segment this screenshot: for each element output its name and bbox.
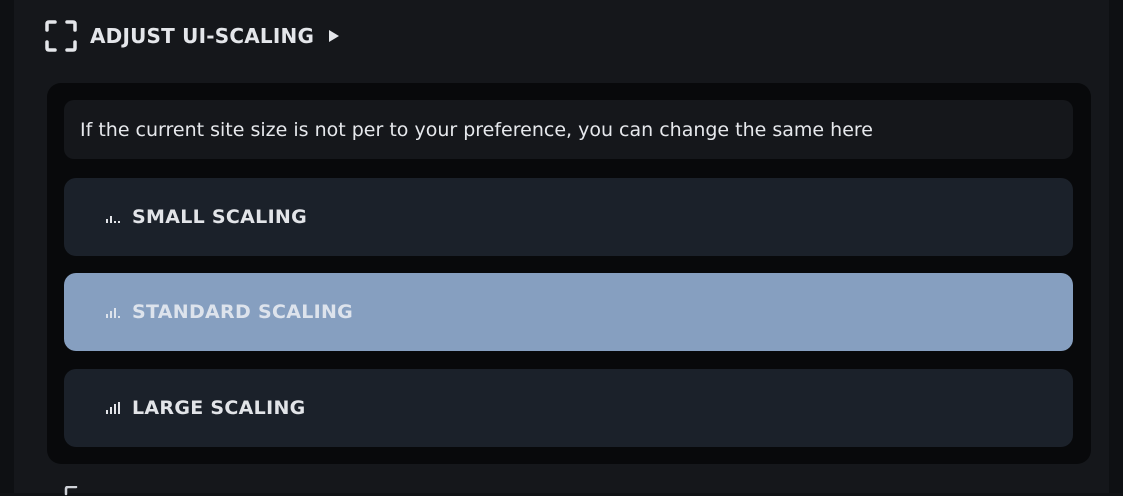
option-label: LARGE SCALING: [132, 397, 306, 419]
small-scaling-option[interactable]: SMALL SCALING: [64, 178, 1073, 256]
ui-scaling-section-toggle[interactable]: ADJUST UI-SCALING: [44, 16, 340, 56]
next-section-icon: [64, 486, 78, 496]
large-scaling-option[interactable]: LARGE SCALING: [64, 369, 1073, 447]
standard-scaling-option[interactable]: STANDARD SCALING: [64, 273, 1073, 351]
signal-bars-medium-icon: [106, 308, 120, 318]
info-box: If the current site size is not per to y…: [64, 100, 1073, 159]
info-text: If the current site size is not per to y…: [80, 118, 873, 141]
option-label: STANDARD SCALING: [132, 301, 354, 323]
play-triangle-icon: [329, 30, 340, 42]
signal-bars-small-icon: [106, 216, 120, 223]
signal-bars-large-icon: [106, 402, 120, 414]
section-title: ADJUST UI-SCALING: [90, 24, 315, 48]
option-label: SMALL SCALING: [132, 206, 308, 228]
expand-icon: [45, 20, 77, 52]
